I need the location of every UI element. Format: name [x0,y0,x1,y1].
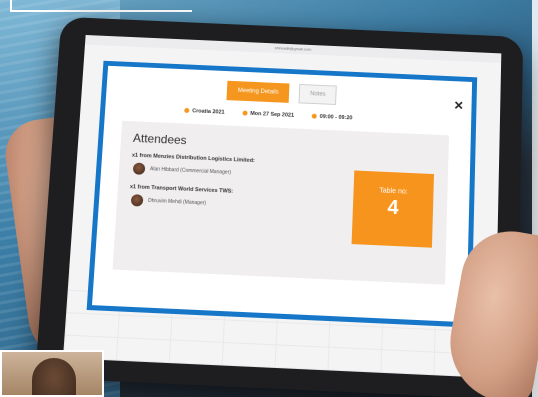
attendees-panel: Attendees x1 from Menzies Distribution L… [112,120,449,285]
inset-person [32,358,76,395]
time-info: 09:00 - 09:20 [311,113,353,122]
attendees-title: Attendees [132,131,187,148]
location-icon [184,108,190,114]
tab-meeting-details[interactable]: Meeting Details [226,80,290,103]
decorative-frame-line [10,0,192,12]
attendee-name: Dhruvim Mehdi (Manager) [147,197,207,207]
meeting-modal: Meeting Details Notes ✕ Croatia 2021 Mon… [86,60,478,328]
calendar-icon [242,110,248,116]
photo-scene: shireadit@gmail.com Meeting Details Note… [0,0,538,397]
attendee-person: Alan Hibbard (Commercial Manager) [132,162,232,179]
avatar [132,162,146,175]
attendee-person: Dhruvim Mehdi (Manager) [130,194,207,209]
attendee-company: x1 from Transport World Services TWS: [129,184,234,195]
avatar [130,194,144,207]
table-number: 4 [387,196,399,220]
clock-icon [311,113,317,119]
table-number-card: Table no: 4 [351,170,434,248]
event-name: Croatia 2021 [192,108,225,116]
close-icon[interactable]: ✕ [454,99,464,113]
date-info: Mon 27 Sep 2021 [242,110,295,119]
attendee-name: Alan Hibbard (Commercial Manager) [149,166,232,176]
meeting-date: Mon 27 Sep 2021 [250,110,295,119]
tab-notes[interactable]: Notes [298,83,337,105]
inset-photo [0,350,104,397]
meeting-time: 09:00 - 09:20 [319,114,353,122]
tablet-screen: shireadit@gmail.com Meeting Details Note… [62,34,502,379]
browser-address-bar: shireadit@gmail.com [84,34,502,64]
meeting-meta: Croatia 2021 Mon 27 Sep 2021 09:00 - 09:… [184,108,353,122]
event-info: Croatia 2021 [184,108,225,116]
modal-tabs: Meeting Details Notes [226,80,337,105]
